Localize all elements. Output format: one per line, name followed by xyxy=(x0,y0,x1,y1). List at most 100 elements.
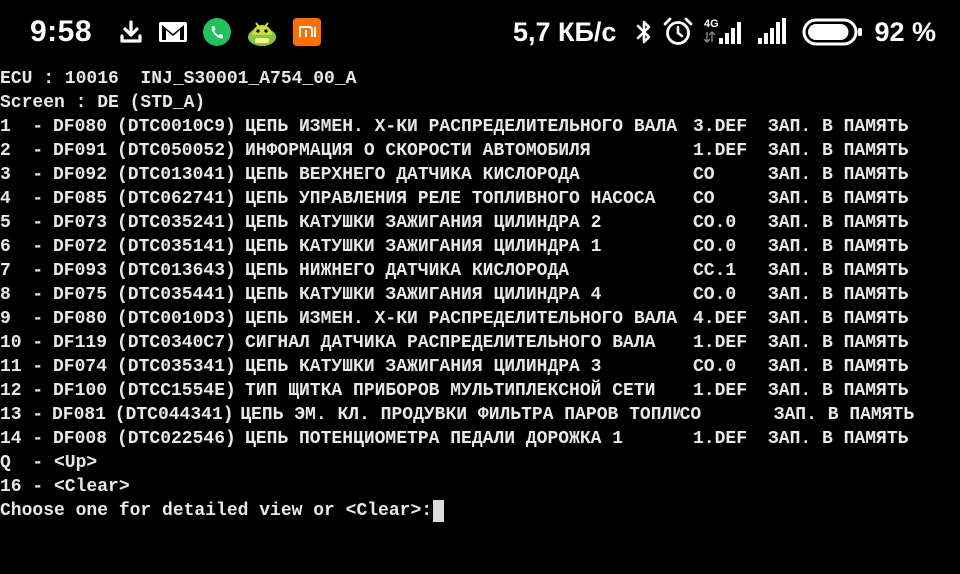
alarm-clock-icon xyxy=(662,16,694,48)
code-status: CC.1 xyxy=(693,261,737,281)
code-status: CO xyxy=(679,405,702,425)
code-status: CO.0 xyxy=(693,237,737,257)
download-icon xyxy=(118,19,144,45)
status-clock: 9:58 xyxy=(30,15,93,48)
mi-icon xyxy=(292,17,322,47)
code-description: ЦЕПЬ КАТУШКИ ЗАЖИГАНИЯ ЦИЛИНДРА 3 xyxy=(245,357,602,377)
screen-info-line: Screen : DE (STD_A) xyxy=(0,93,206,113)
code-df: DF093 xyxy=(53,261,108,281)
code-df: DF092 xyxy=(53,165,108,185)
fault-code-list: 1 - DF080 (DTC0010C9) ЦЕПЬ ИЗМЕН. Х-КИ РАСП… xyxy=(0,115,960,451)
fault-code-row[interactable]: 6 - DF072 (DTC035141) ЦЕПЬ КАТУШКИ ЗАЖИГАНИ… xyxy=(0,235,960,259)
code-index: 11 - xyxy=(0,357,44,377)
code-dtc: (DTC022546) xyxy=(117,429,236,449)
code-status: CO.0 xyxy=(693,285,737,305)
fault-code-row[interactable]: 4 - DF085 (DTC062741) ЦЕПЬ УПРАВЛЕНИЯ РЕЛЕ … xyxy=(0,187,960,211)
fault-code-row[interactable]: 5 - DF073 (DTC035241) ЦЕПЬ КАТУШКИ ЗАЖИГАНИ… xyxy=(0,211,960,235)
bluetooth-icon xyxy=(634,17,654,47)
ecu-info-line: ECU : 10016 INJ_S30001_A754_00_A xyxy=(0,69,357,89)
fault-code-row[interactable]: 2 - DF091 (DTC050052) ИНФОРМАЦИЯ О СКОРОСТИ… xyxy=(0,139,960,163)
code-dtc: (DTC013643) xyxy=(117,261,236,281)
menu-option-clear[interactable]: 16 - <Clear> xyxy=(0,475,960,499)
code-description: ЦЕПЬ ВЕРХНЕГО ДАТЧИКА КИСЛОРОДА xyxy=(245,165,580,185)
code-description: ЦЕПЬ ПОТЕНЦИОМЕТРА ПЕДАЛИ ДОРОЖКА 1 xyxy=(245,429,624,449)
code-index: 6 - xyxy=(0,237,44,257)
code-description: ЦЕПЬ КАТУШКИ ЗАЖИГАНИЯ ЦИЛИНДРА 2 xyxy=(245,213,602,233)
code-memory-state: ЗАП. В ПАМЯТЬ xyxy=(768,213,909,233)
code-memory-state: ЗАП. В ПАМЯТЬ xyxy=(768,381,909,401)
menu-option-up[interactable]: Q - <Up> xyxy=(0,451,960,475)
code-memory-state: ЗАП. В ПАМЯТЬ xyxy=(768,237,909,257)
code-index: 3 - xyxy=(0,165,44,185)
fault-code-row[interactable]: 1 - DF080 (DTC0010C9) ЦЕПЬ ИЗМЕН. Х-КИ РАСП… xyxy=(0,115,960,139)
code-dtc: (DTC013041) xyxy=(117,165,236,185)
net-speed: 5,7 КБ/с xyxy=(513,16,617,47)
code-description: ЦЕПЬ КАТУШКИ ЗАЖИГАНИЯ ЦИЛИНДРА 4 xyxy=(245,285,602,305)
code-dtc: (DTC062741) xyxy=(117,189,236,209)
whatsapp-icon xyxy=(202,17,232,47)
code-memory-state: ЗАП. В ПАМЯТЬ xyxy=(768,333,909,353)
signal-4g-icon: 4G xyxy=(702,16,746,48)
code-df: DF091 xyxy=(53,141,108,161)
code-memory-state: ЗАП. В ПАМЯТЬ xyxy=(768,357,909,377)
fault-code-row[interactable]: 3 - DF092 (DTC013041) ЦЕПЬ ВЕРХНЕГО ДАТЧИКА… xyxy=(0,163,960,187)
input-prompt: Choose one for detailed view or <Clear>: xyxy=(0,501,433,521)
code-df: DF008 xyxy=(53,429,108,449)
code-status: CO.0 xyxy=(693,357,737,377)
code-description: ТИП ЩИТКА ПРИБОРОВ МУЛЬТИПЛЕКСНОЙ СЕТИ xyxy=(245,381,656,401)
code-dtc: (DTC0010C9) xyxy=(117,117,236,137)
fault-code-row[interactable]: 7 - DF093 (DTC013643) ЦЕПЬ НИЖНЕГО ДАТЧИКА … xyxy=(0,259,960,283)
status-bar-left: 9:58 xyxy=(30,0,336,64)
fault-code-row[interactable]: 10 - DF119 (DTC0340C7) СИГНАЛ ДАТЧИКА РАСПР… xyxy=(0,331,960,355)
code-memory-state: ЗАП. В ПАМЯТЬ xyxy=(773,405,915,425)
code-description: ЦЕПЬ ИЗМЕН. Х-КИ РАСПРЕДЕЛИТЕЛЬНОГО ВАЛА xyxy=(245,117,678,137)
code-df: DF073 xyxy=(53,213,108,233)
code-status: 3.DEF xyxy=(693,117,748,137)
fault-code-row[interactable]: 14 - DF008 (DTC022546) ЦЕПЬ ПОТЕНЦИОМЕТРА П… xyxy=(0,427,960,451)
signal-icon xyxy=(754,16,794,48)
status-bar-right: 5,7 КБ/с 4G 92 % xyxy=(513,0,936,64)
code-status: 1.DEF xyxy=(693,429,748,449)
code-dtc: (DTC0340C7) xyxy=(117,333,236,353)
code-df: DF075 xyxy=(53,285,108,305)
code-index: 7 - xyxy=(0,261,44,281)
code-description: ЦЕПЬ УПРАВЛЕНИЯ РЕЛЕ ТОПЛИВНОГО НАСОСА xyxy=(245,189,656,209)
code-status: CO xyxy=(693,165,715,185)
fault-code-row[interactable]: 11 - DF074 (DTC035341) ЦЕПЬ КАТУШКИ ЗАЖИГАН… xyxy=(0,355,960,379)
code-description: СИГНАЛ ДАТЧИКА РАСПРЕДЕЛИТЕЛЬНОГО ВАЛА xyxy=(245,333,656,353)
code-dtc: (DTCC1554E) xyxy=(117,381,236,401)
code-index: 14 - xyxy=(0,429,44,449)
code-dtc: (DTC0010D3) xyxy=(117,309,236,329)
android-app-icon xyxy=(246,17,278,47)
battery-icon xyxy=(802,17,864,47)
code-memory-state: ЗАП. В ПАМЯТЬ xyxy=(768,117,909,137)
code-index: 9 - xyxy=(0,309,44,329)
code-status: CO.0 xyxy=(693,213,737,233)
code-index: 8 - xyxy=(0,285,44,305)
code-description: ИНФОРМАЦИЯ О СКОРОСТИ АВТОМОБИЛЯ xyxy=(245,141,591,161)
code-status: 1.DEF xyxy=(693,141,748,161)
terminal-output[interactable]: ECU : 10016 INJ_S30001_A754_00_A Screen … xyxy=(0,67,960,523)
code-memory-state: ЗАП. В ПАМЯТЬ xyxy=(768,141,909,161)
code-df: DF119 xyxy=(53,333,108,353)
code-description: ЦЕПЬ КАТУШКИ ЗАЖИГАНИЯ ЦИЛИНДРА 1 xyxy=(245,237,602,257)
code-status: 1.DEF xyxy=(693,381,748,401)
code-description: ЦЕПЬ ЭМ. КЛ. ПРОДУВКИ ФИЛЬТРА ПАРОВ ТОПЛ… xyxy=(240,405,680,425)
fault-code-row[interactable]: 13 - DF081 (DTC044341) ЦЕПЬ ЭМ. КЛ. ПРОДУВК… xyxy=(0,403,960,427)
code-status: 1.DEF xyxy=(693,333,748,353)
text-cursor xyxy=(433,500,445,522)
network-type-label: 4G xyxy=(704,18,719,30)
code-memory-state: ЗАП. В ПАМЯТЬ xyxy=(768,429,909,449)
code-df: DF080 xyxy=(53,117,108,137)
code-dtc: (DTC035241) xyxy=(117,213,236,233)
fault-code-row[interactable]: 12 - DF100 (DTCC1554E) ТИП ЩИТКА ПРИБОРОВ М… xyxy=(0,379,960,403)
code-status: 4.DEF xyxy=(693,309,748,329)
fault-code-row[interactable]: 9 - DF080 (DTC0010D3) ЦЕПЬ ИЗМЕН. Х-КИ РАСП… xyxy=(0,307,960,331)
code-index: 10 - xyxy=(0,333,44,353)
input-prompt-line[interactable]: Choose one for detailed view or <Clear>: xyxy=(0,499,960,523)
code-memory-state: ЗАП. В ПАМЯТЬ xyxy=(768,165,909,185)
code-index: 1 - xyxy=(0,117,44,137)
fault-code-row[interactable]: 8 - DF075 (DTC035441) ЦЕПЬ КАТУШКИ ЗАЖИГАНИ… xyxy=(0,283,960,307)
code-index: 13 - xyxy=(0,405,44,425)
code-index: 12 - xyxy=(0,381,44,401)
